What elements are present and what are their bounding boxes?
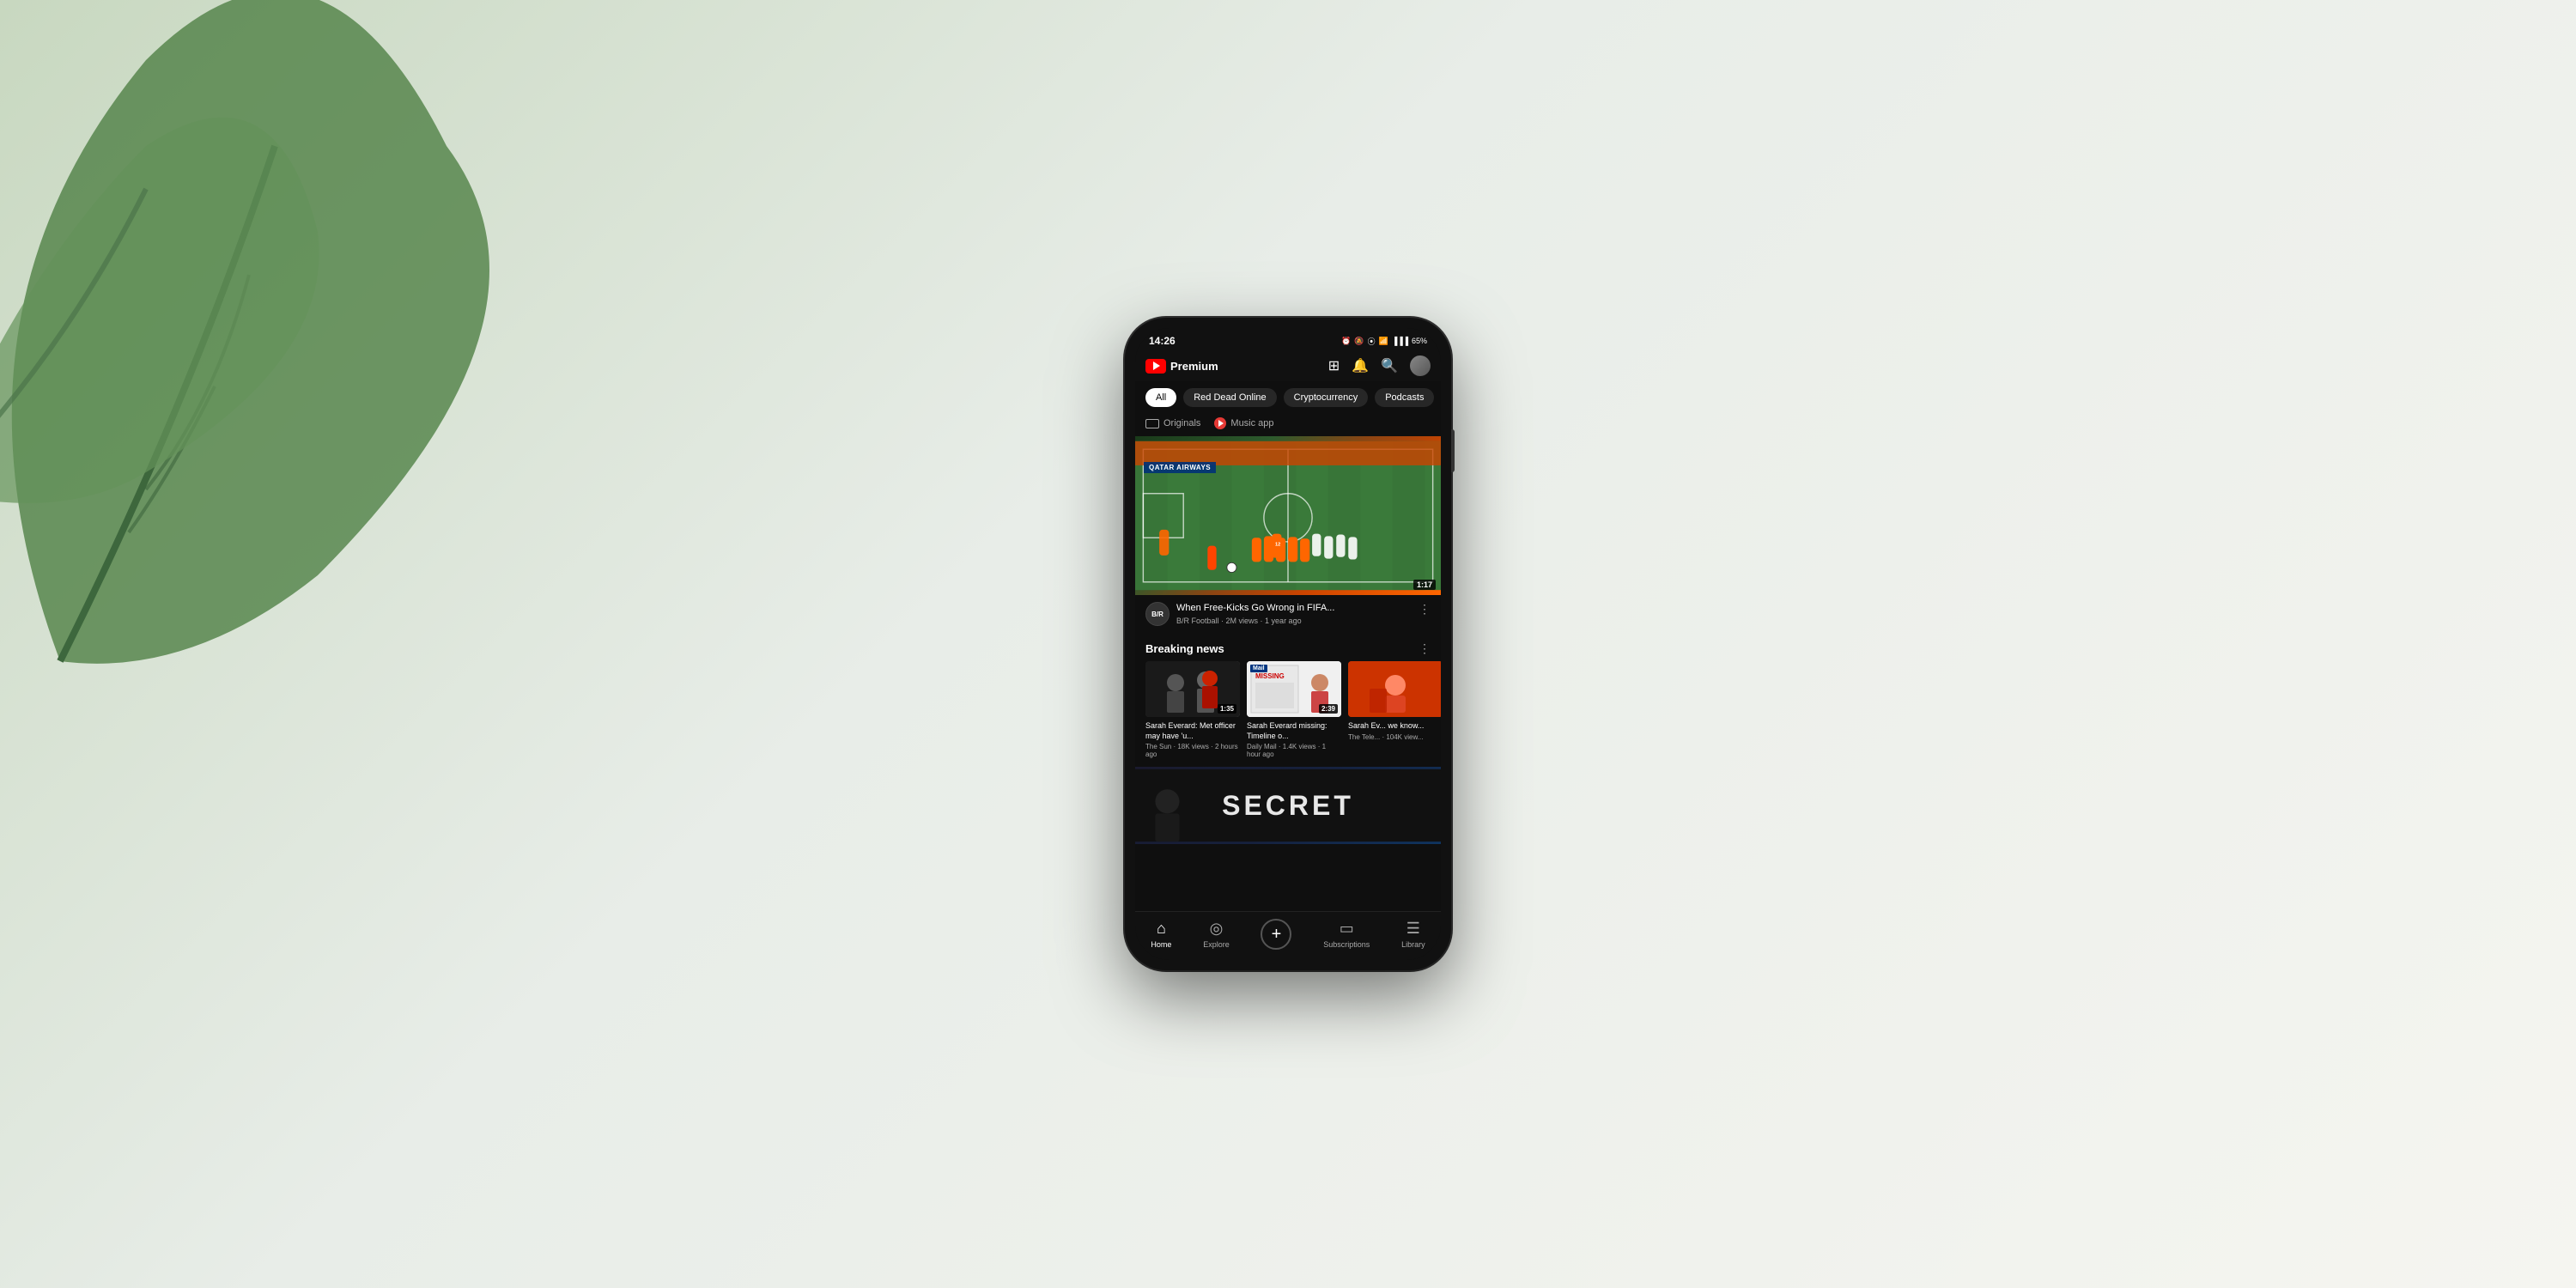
secondary-nav: Originals Music app (1135, 414, 1441, 436)
bottom-nav: ⌂ Home ◎ Explore + ▭ Subscriptions ☰ Lib… (1135, 911, 1441, 960)
video-duration: 1:17 (1413, 580, 1436, 590)
main-video-thumbnail: 12 QATAR AIRWAYS 1:17 (1135, 436, 1441, 595)
location-icon: ⦿ (1368, 336, 1376, 347)
header-actions: ⊞ 🔔 🔍 (1328, 355, 1431, 376)
football-field-graphic: 12 (1135, 436, 1441, 595)
status-icons: ⏰ 🔕 ⦿ 📶 ▐▐▐ 65% (1341, 336, 1427, 347)
video-meta: B/R Football · 2M views · 1 year ago (1176, 617, 1412, 625)
channel-avatar: B/R (1145, 602, 1170, 626)
news-thumb-graphic-3 (1348, 661, 1441, 717)
sponsor-banner: QATAR AIRWAYS (1144, 462, 1216, 473)
cast-icon[interactable]: ⊞ (1328, 357, 1340, 374)
signal-icon: ▐▐▐ (1392, 337, 1408, 345)
home-label: Home (1151, 940, 1171, 949)
nav-tab-library[interactable]: ☰ Library (1401, 920, 1425, 949)
chip-red-dead-online[interactable]: Red Dead Online (1183, 388, 1276, 407)
mute-icon: 🔕 (1354, 337, 1364, 346)
phone-screen: 14:26 ⏰ 🔕 ⦿ 📶 ▐▐▐ 65% Premium ⊞ 🔔 🔍 (1135, 328, 1441, 960)
home-icon: ⌂ (1157, 920, 1166, 938)
chip-podcasts[interactable]: Podcasts (1375, 388, 1434, 407)
news-thumb-1: The Sun 1:35 (1145, 661, 1240, 717)
news-info-1: Sarah Everard: Met officer may have 'u..… (1145, 721, 1240, 758)
news-source-2: Daily Mail · 1.4K views · 1 hour ago (1247, 743, 1341, 758)
subscriptions-icon: ▭ (1340, 920, 1354, 938)
video-more-button[interactable]: ⋮ (1419, 602, 1431, 617)
video-text: When Free-Kicks Go Wrong in FIFA... B/R … (1176, 602, 1412, 625)
mail-badge: Mail (1250, 665, 1267, 672)
news-thumb-2: MISSING Mail 2:39 (1247, 661, 1341, 717)
breaking-news-header: Breaking news ⋮ (1135, 633, 1441, 661)
library-icon: ☰ (1406, 920, 1420, 938)
library-label: Library (1401, 940, 1425, 949)
bell-icon[interactable]: 🔔 (1352, 357, 1369, 374)
news-title-3: Sarah Ev... we know... (1348, 721, 1441, 732)
filter-chips: All Red Dead Online Cryptocurrency Podca… (1135, 381, 1441, 414)
content-area[interactable]: All Red Dead Online Cryptocurrency Podca… (1135, 381, 1441, 911)
secret-label: SECRET (1222, 790, 1354, 822)
news-row: The Sun 1:35 (1135, 661, 1441, 767)
nav-tab-explore[interactable]: ◎ Explore (1203, 920, 1230, 949)
breaking-news-title: Breaking news (1145, 642, 1224, 655)
news-card-2[interactable]: MISSING Mail 2:39 Sarah Everard missing:… (1247, 661, 1341, 758)
news-source-1: The Sun · 18K views · 2 hours ago (1145, 743, 1240, 758)
nav-originals[interactable]: Originals (1145, 417, 1200, 429)
news-info-3: Sarah Ev... we know... The Tele... · 104… (1348, 721, 1441, 741)
video-title: When Free-Kicks Go Wrong in FIFA... (1176, 602, 1412, 614)
originals-label: Originals (1163, 418, 1200, 428)
status-time: 14:26 (1149, 335, 1176, 347)
search-icon[interactable]: 🔍 (1381, 357, 1398, 374)
chip-cryptocurrency[interactable]: Cryptocurrency (1284, 388, 1369, 407)
alarm-icon: ⏰ (1341, 337, 1351, 346)
premium-label: Premium (1170, 360, 1218, 373)
news-card-1[interactable]: The Sun 1:35 (1145, 661, 1240, 758)
svg-text:MISSING: MISSING (1255, 672, 1285, 680)
news-source-3: The Tele... · 104K view... (1348, 733, 1441, 741)
originals-icon (1145, 419, 1159, 428)
news-title-2: Sarah Everard missing: Timeline o... (1247, 721, 1341, 741)
news-thumb-3 (1348, 661, 1441, 717)
music-label: Music app (1230, 418, 1273, 428)
nav-tab-subscriptions[interactable]: ▭ Subscriptions (1323, 920, 1370, 949)
phone-device: 14:26 ⏰ 🔕 ⦿ 📶 ▐▐▐ 65% Premium ⊞ 🔔 🔍 (1125, 318, 1451, 970)
main-video-card[interactable]: 12 QATAR AIRWAYS 1:17 B/R When Free-Kick… (1135, 436, 1441, 633)
secret-section[interactable]: SECRET (1135, 767, 1441, 844)
subscriptions-label: Subscriptions (1323, 940, 1370, 949)
svg-text:12: 12 (1275, 543, 1280, 548)
add-button[interactable]: + (1261, 919, 1291, 950)
chip-all[interactable]: All (1145, 388, 1176, 407)
explore-icon: ◎ (1210, 920, 1224, 938)
youtube-logo: Premium (1145, 359, 1218, 374)
news-info-2: Sarah Everard missing: Timeline o... Dai… (1247, 721, 1341, 758)
explore-label: Explore (1203, 940, 1230, 949)
nav-tab-home[interactable]: ⌂ Home (1151, 920, 1171, 949)
nav-music-app[interactable]: Music app (1214, 417, 1273, 429)
music-icon (1214, 417, 1226, 429)
news-title-1: Sarah Everard: Met officer may have 'u..… (1145, 721, 1240, 741)
user-avatar[interactable] (1410, 355, 1431, 376)
video-info: B/R When Free-Kicks Go Wrong in FIFA... … (1135, 595, 1441, 633)
news-duration-2: 2:39 (1319, 704, 1338, 714)
status-bar: 14:26 ⏰ 🔕 ⦿ 📶 ▐▐▐ 65% (1135, 328, 1441, 350)
news-card-3[interactable]: Sarah Ev... we know... The Tele... · 104… (1348, 661, 1441, 758)
news-duration-1: 1:35 (1218, 704, 1236, 714)
battery-indicator: 65% (1412, 337, 1427, 345)
wifi-icon: 📶 (1379, 337, 1388, 346)
breaking-news-more-button[interactable]: ⋮ (1419, 641, 1431, 656)
youtube-icon (1145, 359, 1166, 374)
app-header: Premium ⊞ 🔔 🔍 (1135, 350, 1441, 381)
